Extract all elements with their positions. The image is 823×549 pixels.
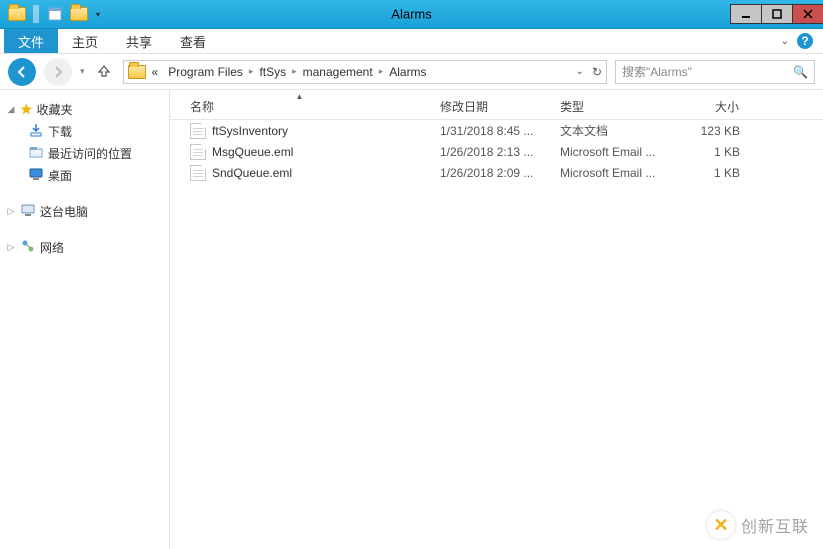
window-controls xyxy=(730,4,823,24)
quick-access-toolbar: ▾ xyxy=(0,0,104,28)
explorer-icon xyxy=(6,3,28,25)
file-size: 123 KB xyxy=(670,124,750,138)
crumb-prefix: « xyxy=(148,65,163,79)
crumb-management[interactable]: management xyxy=(299,65,377,79)
sidebar-item-label: 最近访问的位置 xyxy=(48,145,132,162)
file-size: 1 KB xyxy=(670,166,750,180)
file-name: MsgQueue.eml xyxy=(212,145,293,159)
computer-icon xyxy=(20,202,36,221)
file-name: SndQueue.eml xyxy=(212,166,292,180)
recent-places-icon xyxy=(28,144,44,163)
sidebar-favorites[interactable]: ◢ ★ 收藏夹 xyxy=(0,98,169,120)
favorites-star-icon: ★ xyxy=(20,101,33,118)
table-row[interactable]: MsgQueue.eml 1/26/2018 2:13 ... Microsof… xyxy=(170,141,823,162)
tree-caret-icon[interactable]: ▷ xyxy=(6,206,16,217)
file-type: 文本文档 xyxy=(550,122,670,139)
qat-separator xyxy=(33,5,39,23)
crumb-sep: ▸ xyxy=(249,66,254,77)
title-bar: ▾ Alarms xyxy=(0,0,823,29)
sidebar-network[interactable]: ▷ 网络 xyxy=(0,236,169,258)
forward-button xyxy=(44,58,72,86)
navigation-pane: ◢ ★ 收藏夹 下载 最近访问的位置 桌面 ▷ 这台电脑 xyxy=(0,90,170,549)
qat-properties-icon[interactable] xyxy=(44,3,66,25)
window-title: Alarms xyxy=(391,7,431,22)
sidebar-item-desktop[interactable]: 桌面 xyxy=(0,164,169,186)
crumb-sep: ▸ xyxy=(379,66,384,77)
crumb-program-files[interactable]: Program Files xyxy=(164,65,247,79)
file-type: Microsoft Email ... xyxy=(550,166,670,180)
column-headers: 名称 ▲ 修改日期 类型 大小 xyxy=(170,94,823,120)
file-rows: ftSysInventory 1/31/2018 8:45 ... 文本文档 1… xyxy=(170,120,823,183)
file-type: Microsoft Email ... xyxy=(550,145,670,159)
watermark-text: 创新互联 xyxy=(741,513,809,537)
history-caret[interactable]: ▾ xyxy=(80,66,85,77)
address-bar[interactable]: « Program Files ▸ ftSys ▸ management ▸ A… xyxy=(123,60,607,84)
table-row[interactable]: ftSysInventory 1/31/2018 8:45 ... 文本文档 1… xyxy=(170,120,823,141)
sidebar-item-label: 收藏夹 xyxy=(37,101,73,118)
network-icon xyxy=(20,238,36,257)
help-icon[interactable]: ? xyxy=(797,33,813,49)
search-icon[interactable]: 🔍 xyxy=(793,65,808,79)
sidebar-item-label: 网络 xyxy=(40,239,64,256)
search-input[interactable]: 搜索"Alarms" 🔍 xyxy=(615,60,815,84)
download-icon xyxy=(28,122,44,141)
refresh-icon[interactable]: ↻ xyxy=(592,65,602,79)
desktop-icon xyxy=(28,166,44,185)
table-row[interactable]: SndQueue.eml 1/26/2018 2:09 ... Microsof… xyxy=(170,162,823,183)
sidebar-this-pc[interactable]: ▷ 这台电脑 xyxy=(0,200,169,222)
back-button[interactable] xyxy=(8,58,36,86)
address-folder-icon xyxy=(128,63,146,81)
address-dropdown-caret[interactable]: ⌄ xyxy=(576,66,584,77)
tab-view[interactable]: 查看 xyxy=(166,29,220,53)
col-header-size[interactable]: 大小 xyxy=(670,94,750,119)
col-header-name[interactable]: 名称 ▲ xyxy=(170,94,430,119)
search-placeholder: 搜索"Alarms" xyxy=(622,63,692,80)
email-file-icon xyxy=(190,165,206,181)
sort-ascending-icon: ▲ xyxy=(296,92,304,101)
explorer-body: ◢ ★ 收藏夹 下载 最近访问的位置 桌面 ▷ 这台电脑 xyxy=(0,90,823,549)
file-date: 1/26/2018 2:09 ... xyxy=(430,166,550,180)
tree-caret-icon[interactable]: ◢ xyxy=(6,104,16,115)
tab-file[interactable]: 文件 xyxy=(4,29,58,53)
text-file-icon xyxy=(190,123,206,139)
file-name: ftSysInventory xyxy=(212,124,288,138)
sidebar-item-downloads[interactable]: 下载 xyxy=(0,120,169,142)
file-size: 1 KB xyxy=(670,145,750,159)
file-date: 1/31/2018 8:45 ... xyxy=(430,124,550,138)
crumb-sep: ▸ xyxy=(292,66,297,77)
col-header-type[interactable]: 类型 xyxy=(550,94,670,119)
up-button[interactable] xyxy=(93,63,115,80)
sidebar-item-recent[interactable]: 最近访问的位置 xyxy=(0,142,169,164)
tab-share[interactable]: 共享 xyxy=(112,29,166,53)
col-header-label: 名称 xyxy=(190,98,214,115)
ribbon-expand-caret[interactable]: ⌄ xyxy=(781,36,789,47)
qat-newfolder-icon[interactable] xyxy=(68,3,90,25)
ribbon-tabs: 文件 主页 共享 查看 ⌄ ? xyxy=(0,29,823,54)
file-list-pane: 名称 ▲ 修改日期 类型 大小 ftSysInventory 1/31/2018… xyxy=(170,90,823,549)
sidebar-item-label: 下载 xyxy=(48,123,72,140)
col-header-date[interactable]: 修改日期 xyxy=(430,94,550,119)
watermark: ✕ 创新互联 xyxy=(707,511,809,539)
qat-customize-caret[interactable]: ▾ xyxy=(92,10,104,19)
close-button[interactable] xyxy=(792,4,823,24)
file-date: 1/26/2018 2:13 ... xyxy=(430,145,550,159)
sidebar-item-label: 这台电脑 xyxy=(40,203,88,220)
email-file-icon xyxy=(190,144,206,160)
tab-home[interactable]: 主页 xyxy=(58,29,112,53)
maximize-button[interactable] xyxy=(761,4,793,24)
navigation-bar: ▾ « Program Files ▸ ftSys ▸ management ▸… xyxy=(0,54,823,90)
crumb-ftsys[interactable]: ftSys xyxy=(255,65,290,79)
sidebar-item-label: 桌面 xyxy=(48,167,72,184)
tree-caret-icon[interactable]: ▷ xyxy=(6,242,16,253)
crumb-alarms[interactable]: Alarms xyxy=(385,65,430,79)
minimize-button[interactable] xyxy=(730,4,762,24)
watermark-logo-icon: ✕ xyxy=(707,511,735,539)
